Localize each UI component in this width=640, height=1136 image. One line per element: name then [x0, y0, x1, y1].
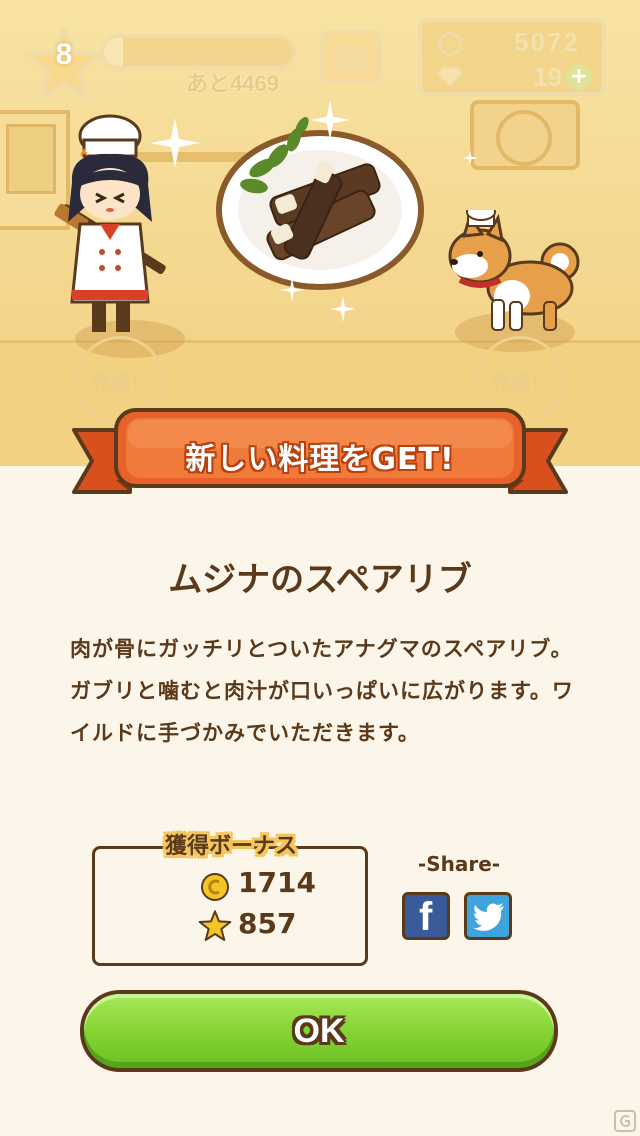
- ok-button-label: OK: [293, 1011, 345, 1050]
- facebook-share-button[interactable]: f: [402, 892, 450, 940]
- player-level: 8: [55, 38, 73, 71]
- ok-button[interactable]: OK: [80, 990, 558, 1072]
- sparkle-icon: [462, 150, 478, 166]
- currency-panel: 5072 19 +: [418, 18, 606, 96]
- coin-icon: [438, 32, 462, 56]
- dish-description: 肉が骨にガッチリとついたアナグマのスペアリブ。ガブリと噛むと肉汁が口いっぱいに広…: [70, 637, 574, 745]
- coin-icon: [201, 873, 229, 901]
- spare-rib-dish-image: [216, 116, 424, 290]
- xp-remaining-label: あと4469: [186, 71, 279, 96]
- plus-icon[interactable]: +: [566, 64, 592, 90]
- bonus-box: [92, 846, 368, 966]
- watermark-logo: [614, 1110, 636, 1132]
- twitter-share-button[interactable]: [464, 892, 512, 940]
- sparkle-icon: [330, 296, 356, 322]
- share-label: -Share-: [417, 852, 501, 876]
- kitchen-oven: [470, 100, 580, 170]
- sparkle-icon: [280, 278, 304, 302]
- twitter-icon: [473, 903, 504, 931]
- gem-icon: [438, 67, 462, 86]
- gem-balance: 19: [533, 62, 562, 92]
- banner-title: 新しい料理をGET!: [185, 442, 455, 477]
- sparkle-icon: [150, 118, 200, 168]
- xp-progress-fill: [104, 38, 123, 66]
- sparkle-icon: [310, 100, 350, 140]
- bonus-coin-value: 1714: [238, 866, 316, 899]
- xp-progress-bar: [100, 34, 296, 70]
- ok-button-face: OK: [84, 994, 554, 1068]
- bonus-title: 獲得ボーナス: [164, 834, 297, 859]
- shiba-dog-character: [448, 210, 580, 331]
- camera-button[interactable]: [320, 30, 382, 84]
- bonus-star-value: 857: [238, 907, 297, 940]
- star-icon: [198, 910, 232, 941]
- facebook-icon: f: [419, 895, 433, 939]
- kitchen-scene: 完成！ 完成！ 8 あと4469 5072 19 +: [0, 0, 640, 466]
- dish-name: ムジナのスペアリブ: [168, 560, 472, 600]
- coin-balance: 5072: [514, 27, 580, 57]
- camera-icon: [336, 45, 366, 70]
